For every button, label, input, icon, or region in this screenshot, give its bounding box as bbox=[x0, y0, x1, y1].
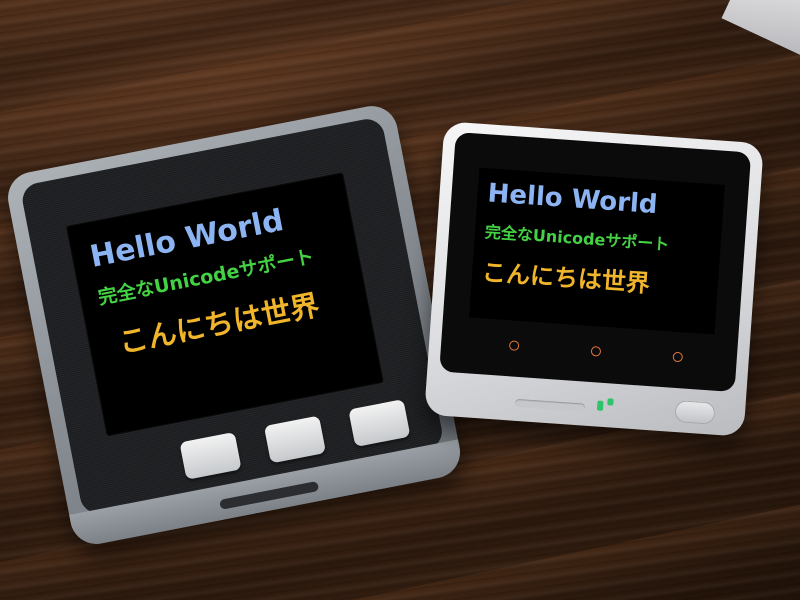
green-led-icon bbox=[596, 400, 604, 411]
right-device-screen: Hello World 完全なUnicodeサポート こんにちは世界 bbox=[469, 167, 725, 335]
right-screen-konnichiwa-text: こんにちは世界 bbox=[481, 258, 651, 298]
right-screen-unicode-text: 完全なUnicodeサポート bbox=[484, 222, 670, 255]
right-device: Hello World 完全なUnicodeサポート こんにちは世界 bbox=[424, 121, 764, 437]
touch-button-b-marker[interactable] bbox=[590, 345, 602, 357]
left-device-button-a[interactable] bbox=[179, 431, 242, 480]
left-device-button-c[interactable] bbox=[348, 399, 411, 448]
touch-button-c-marker[interactable] bbox=[672, 351, 684, 363]
left-device: Hello World 完全なUnicodeサポート こんにちは世界 bbox=[3, 101, 465, 549]
power-switch[interactable] bbox=[674, 399, 716, 425]
left-device-button-b[interactable] bbox=[263, 415, 327, 464]
right-screen-hello-text: Hello World bbox=[486, 178, 659, 221]
left-device-screen: Hello World 完全なUnicodeサポート こんにちは世界 bbox=[66, 172, 384, 437]
touch-button-a-marker[interactable] bbox=[508, 340, 520, 351]
right-device-face: Hello World 完全なUnicodeサポート こんにちは世界 bbox=[439, 132, 752, 393]
green-led-icon bbox=[607, 398, 614, 406]
